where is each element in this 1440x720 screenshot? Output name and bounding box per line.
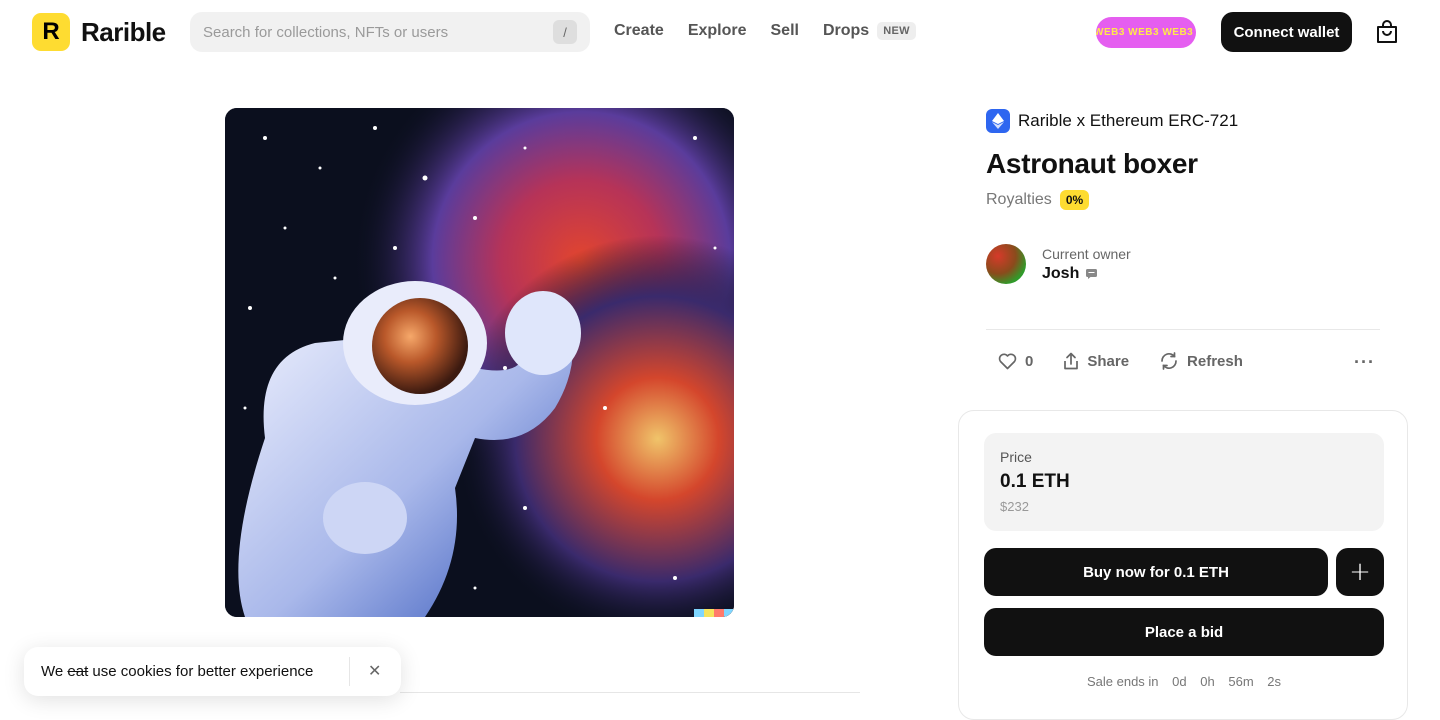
search-input[interactable] xyxy=(203,23,553,41)
price-box: Price 0.1 ETH $232 xyxy=(984,433,1384,531)
owner-avatar[interactable] xyxy=(986,244,1026,284)
cookie-text-after: use cookies for better experience xyxy=(88,663,314,680)
countdown-hours: 0h xyxy=(1200,674,1215,689)
royalties-label: Royalties xyxy=(986,191,1052,208)
sale-countdown: Sale ends in 0d 0h 56m 2s xyxy=(959,674,1409,689)
shopping-bag-icon[interactable] xyxy=(1374,19,1400,45)
sale-card: Price 0.1 ETH $232 Buy now for 0.1 ETH +… xyxy=(958,410,1408,720)
refresh-label: Refresh xyxy=(1187,352,1243,370)
web3-promo-button[interactable]: WEB3 WEB3 WEB3 WEB3 xyxy=(1096,17,1196,48)
share-label: Share xyxy=(1087,352,1130,370)
search-shortcut-key: / xyxy=(553,20,577,44)
chat-icon[interactable] xyxy=(1086,268,1098,279)
cookie-banner: We eat use cookies for better experience… xyxy=(24,647,401,696)
royalties: Royalties 0% xyxy=(986,190,1090,210)
close-icon[interactable]: ✕ xyxy=(368,661,381,680)
sale-ends-label: Sale ends in xyxy=(1086,674,1159,689)
add-to-cart-button[interactable]: + xyxy=(1336,548,1384,596)
nav-sell[interactable]: Sell xyxy=(771,22,799,40)
nav-explore[interactable]: Explore xyxy=(688,22,747,40)
share-button[interactable]: Share xyxy=(1063,352,1129,370)
logo-mark-icon: R xyxy=(32,13,70,51)
collection-link[interactable]: Rarible x Ethereum ERC-721 xyxy=(986,109,1238,133)
countdown-days: 0d xyxy=(1172,674,1187,689)
nft-title: Astronaut boxer xyxy=(986,148,1198,179)
royalties-badge: 0% xyxy=(1059,190,1090,210)
new-badge: NEW xyxy=(877,22,916,40)
refresh-button[interactable]: Refresh xyxy=(1159,352,1243,370)
content-divider xyxy=(400,692,860,693)
ethereum-icon xyxy=(986,109,1010,133)
collection-name: Rarible x Ethereum ERC-721 xyxy=(1018,111,1239,130)
item-actions: 0 Share Refresh xyxy=(998,352,1273,370)
cookie-separator xyxy=(349,657,350,686)
details-divider xyxy=(986,329,1380,330)
place-bid-button[interactable]: Place a bid xyxy=(984,608,1384,656)
nav-drops[interactable]: Drops xyxy=(823,22,869,40)
price-usd: $232 xyxy=(1000,499,1029,514)
countdown-seconds: 2s xyxy=(1267,674,1282,689)
more-options-icon[interactable]: ··· xyxy=(1354,352,1375,373)
owner-label: Current owner xyxy=(1042,245,1131,262)
heart-icon xyxy=(998,352,1017,369)
nav-create[interactable]: Create xyxy=(614,22,664,40)
like-button[interactable]: 0 xyxy=(998,353,1033,370)
top-header: R Rarible / Create Explore Sell Drops NE… xyxy=(0,0,1440,64)
buy-now-button[interactable]: Buy now for 0.1 ETH xyxy=(984,548,1328,596)
like-count: 0 xyxy=(1025,352,1034,370)
price-label: Price xyxy=(1000,449,1032,465)
nft-artwork-image[interactable] xyxy=(225,108,734,617)
rarible-logo[interactable]: R Rarible xyxy=(32,13,166,51)
cookie-text-struck: eat xyxy=(67,663,89,680)
owner-section[interactable]: Current owner Josh xyxy=(986,244,1131,284)
refresh-icon xyxy=(1161,352,1177,370)
share-icon xyxy=(1064,352,1079,370)
owner-name[interactable]: Josh xyxy=(1042,265,1079,283)
countdown-minutes: 56m xyxy=(1228,674,1254,689)
web3-promo-text: WEB3 WEB3 WEB3 WEB3 xyxy=(1096,27,1196,38)
price-value: 0.1 ETH xyxy=(1000,471,1070,492)
brand-name: Rarible xyxy=(81,16,166,47)
search-bar[interactable]: / xyxy=(190,12,590,52)
connect-wallet-button[interactable]: Connect wallet xyxy=(1221,12,1352,52)
cookie-text-before: We xyxy=(41,663,68,680)
main-nav: Create Explore Sell Drops NEW xyxy=(614,22,916,40)
